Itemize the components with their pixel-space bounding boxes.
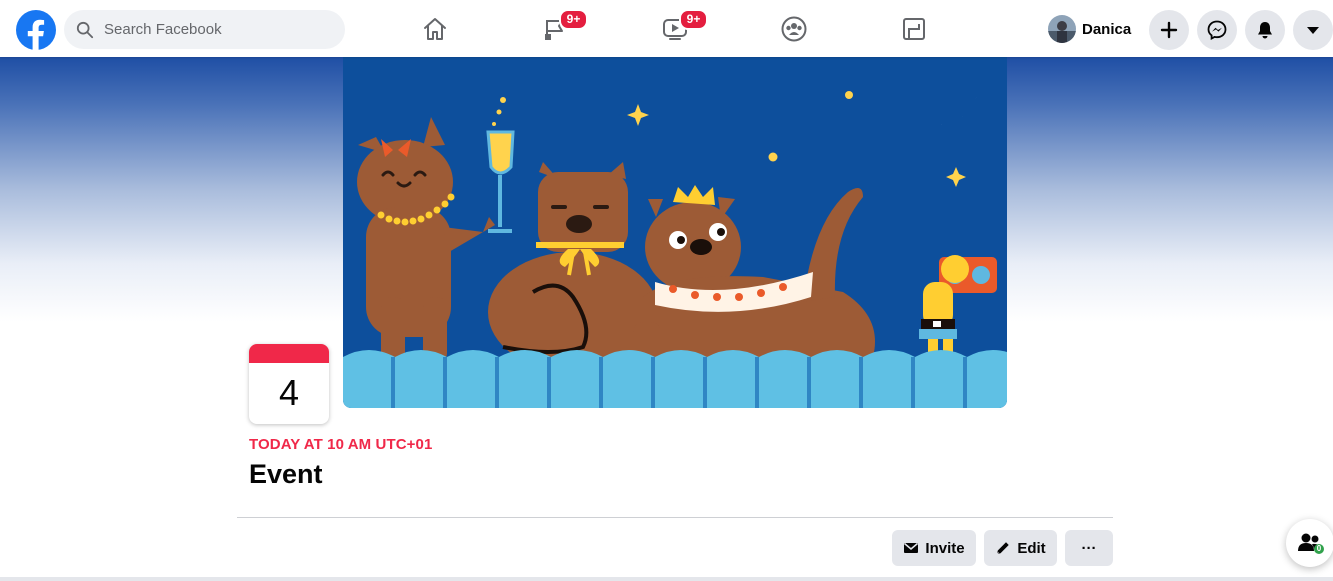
divider [237, 517, 1113, 518]
invite-button[interactable]: Invite [892, 530, 976, 566]
more-icon: ··· [1081, 539, 1097, 557]
facebook-logo-icon[interactable] [16, 10, 56, 50]
notifications-button[interactable] [1245, 10, 1285, 50]
messenger-icon [1207, 20, 1227, 40]
profile-name: Danica [1082, 20, 1132, 38]
messenger-button[interactable] [1197, 10, 1237, 50]
plus-icon [1160, 21, 1178, 39]
horizontal-scrollbar[interactable] [0, 577, 1333, 581]
tab-gaming[interactable] [858, 5, 970, 53]
avatar [1048, 15, 1076, 43]
search-box[interactable] [64, 10, 345, 49]
watch-badge: 9+ [679, 9, 708, 30]
event-cover-photo [343, 57, 1007, 408]
top-navigation-bar: 9+ 9+ Danica [0, 0, 1333, 57]
event-time: TODAY AT 10 AM UTC+01 [249, 436, 433, 453]
envelope-icon [904, 542, 919, 553]
event-day: 4 [278, 372, 300, 413]
search-input[interactable] [102, 20, 326, 39]
chat-count-badge: 0 [1314, 544, 1324, 554]
groups-icon [781, 16, 807, 42]
tab-groups[interactable] [738, 5, 850, 53]
more-options-button[interactable]: ··· [1065, 530, 1113, 566]
home-icon [424, 18, 446, 40]
new-message-button[interactable]: 0 [1286, 519, 1333, 567]
profile-button[interactable]: Danica [1043, 11, 1131, 47]
event-date-card: 4 [249, 344, 329, 424]
edit-button[interactable]: Edit [984, 530, 1057, 566]
tab-home[interactable] [379, 5, 491, 53]
search-icon [76, 21, 94, 38]
pencil-icon [996, 542, 1010, 555]
bell-icon [1258, 22, 1272, 39]
caret-down-icon [1307, 27, 1319, 34]
event-title: Event [249, 459, 323, 489]
calendar-header [249, 344, 329, 363]
pages-badge: 9+ [559, 9, 588, 30]
tab-watch[interactable]: 9+ [619, 5, 731, 53]
account-menu-button[interactable] [1293, 10, 1333, 50]
cover-illustration [343, 57, 1007, 408]
tab-pages[interactable]: 9+ [499, 5, 611, 53]
create-button[interactable] [1149, 10, 1189, 50]
edit-label: Edit [1017, 539, 1046, 557]
invite-label: Invite [925, 539, 965, 557]
gaming-icon [903, 18, 925, 40]
